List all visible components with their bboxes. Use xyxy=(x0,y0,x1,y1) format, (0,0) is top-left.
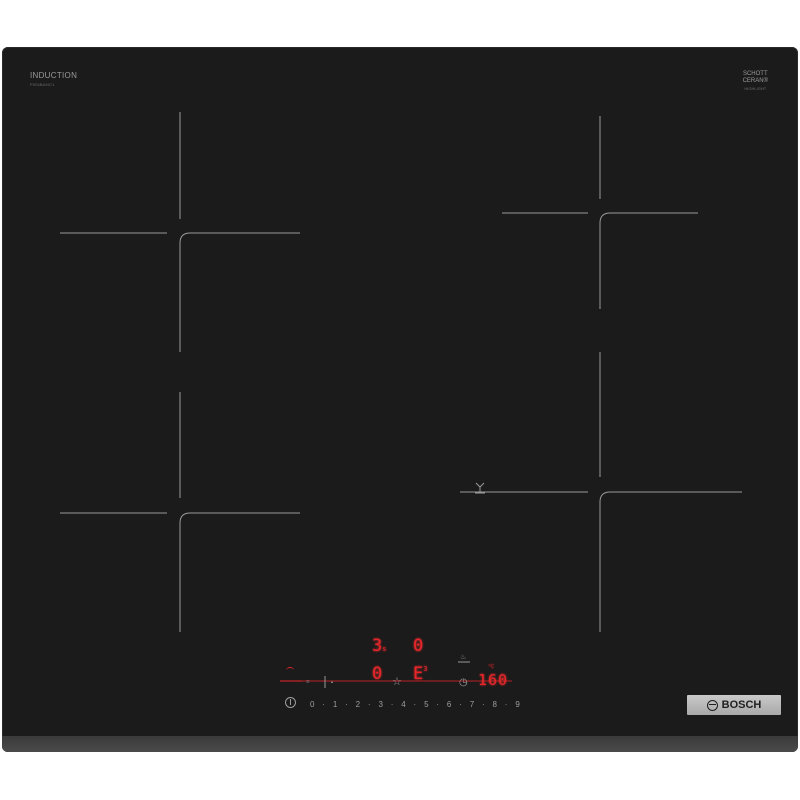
digit-left-top-sub: s xyxy=(382,645,387,653)
digit-right-bottom-sub: 3 xyxy=(423,665,428,673)
bosch-logo-icon xyxy=(706,699,718,711)
scale-dot: · xyxy=(345,699,348,709)
digit-left-top: 3 xyxy=(372,636,383,656)
cooktop-front-edge xyxy=(2,736,798,752)
timer-display: 160 xyxy=(478,672,508,689)
digit-left-bottom: 0 xyxy=(372,664,383,684)
digit-right-bottom: E xyxy=(413,664,424,684)
display-right-bottom: E3 xyxy=(413,666,427,683)
scale-1[interactable]: 1 xyxy=(333,700,337,709)
power-level-slider[interactable]: 0 · 1 · 2 · 3 · 4 · 5 · 6 · 7 · 8 · 9 xyxy=(310,698,520,710)
cooktop-glass: INDUCTION PIE6BAHC1 SCHOTT CERAN® HIGHLI… xyxy=(2,47,798,752)
bosch-badge: BOSCH xyxy=(687,695,781,715)
wifi-icon[interactable] xyxy=(286,667,294,674)
scale-dot: · xyxy=(459,699,462,709)
zone-mark-br-corner xyxy=(599,491,742,632)
temp-unit-label: °C xyxy=(488,664,495,670)
digit-right-top: 0 xyxy=(413,636,424,656)
display-left-top: 3s xyxy=(372,638,386,655)
scale-3[interactable]: 3 xyxy=(378,700,382,709)
zone-markings xyxy=(60,112,742,688)
bosch-label: BOSCH xyxy=(721,699,762,711)
scale-5[interactable]: 5 xyxy=(424,700,428,709)
scale-dot: · xyxy=(367,699,371,709)
scale-dot: · xyxy=(322,699,325,709)
scale-9[interactable]: 9 xyxy=(515,700,519,709)
frying-sensor-icon[interactable]: ♨ xyxy=(460,653,466,661)
boost-icon[interactable]: ☰ xyxy=(306,679,310,684)
timer-icon[interactable]: ◷ xyxy=(459,678,468,688)
display-right-top: 0 xyxy=(413,638,423,655)
zone-mark-tr-corner xyxy=(599,212,698,309)
scale-dot: · xyxy=(504,699,508,709)
scale-6[interactable]: 6 xyxy=(447,700,451,709)
scale-2[interactable]: 2 xyxy=(356,700,360,709)
scale-dot: · xyxy=(481,699,485,709)
timer-value: 160 xyxy=(478,671,509,689)
scale-dot: · xyxy=(390,699,394,709)
power-icon[interactable] xyxy=(285,697,296,708)
zone-mark-bl-corner xyxy=(179,512,300,632)
assist-icon[interactable]: ▲ xyxy=(330,679,334,684)
display-left-bottom: 0 xyxy=(372,666,382,683)
scale-dot: · xyxy=(413,699,417,709)
favourite-star-icon[interactable]: ☆ xyxy=(392,677,402,688)
zone-mark-tl-corner xyxy=(179,232,300,352)
scale-8[interactable]: 8 xyxy=(493,700,497,709)
scale-4[interactable]: 4 xyxy=(401,700,405,709)
scale-0[interactable]: 0 xyxy=(310,700,314,709)
scale-dot: · xyxy=(436,699,440,709)
temp-unit: °C xyxy=(488,664,494,671)
scale-7[interactable]: 7 xyxy=(470,700,474,709)
